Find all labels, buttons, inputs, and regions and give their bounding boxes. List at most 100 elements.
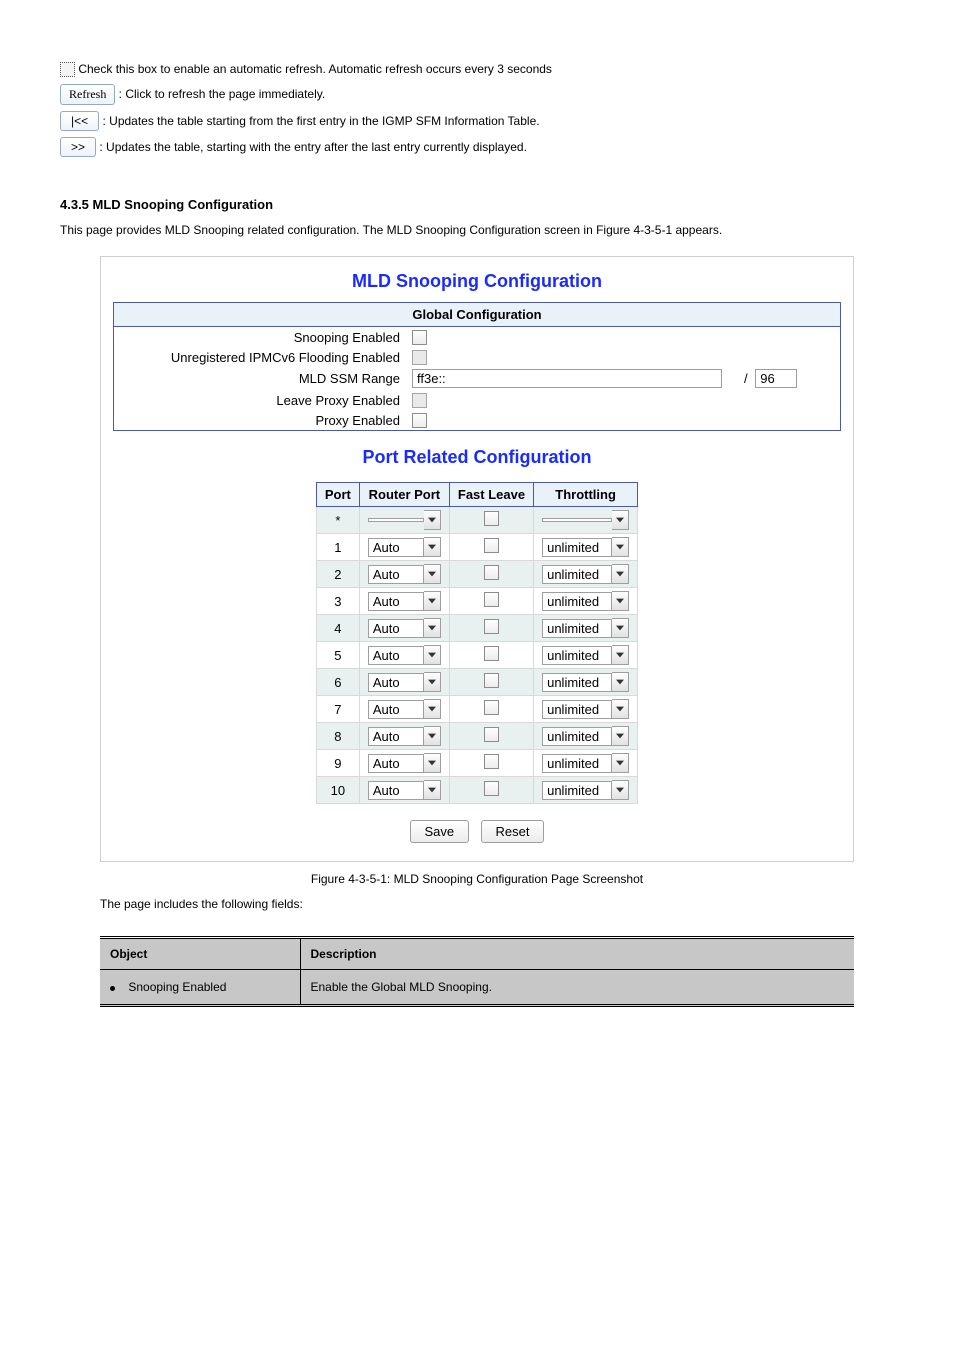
router-port-select[interactable]: Auto	[368, 591, 441, 611]
proxy-enabled-checkbox[interactable]	[412, 413, 427, 428]
after-fig-text: The page includes the following fields:	[100, 896, 894, 912]
ipmcv6-flooding-checkbox[interactable]	[412, 350, 427, 365]
panel-title-1: MLD Snooping Configuration	[113, 271, 841, 292]
chevron-down-icon	[424, 564, 441, 584]
chevron-down-icon	[612, 591, 629, 611]
throttling-select[interactable]: unlimited	[542, 564, 629, 584]
table-row: 8 Auto unlimited	[316, 723, 637, 750]
port-number: 4	[316, 615, 359, 642]
fast-leave-checkbox[interactable]	[484, 673, 499, 688]
port-number: 3	[316, 588, 359, 615]
label-ssm-range: MLD SSM Range	[114, 367, 407, 390]
table-row: 3 Auto unlimited	[316, 588, 637, 615]
ssm-slash: /	[744, 371, 748, 386]
chevron-down-icon	[424, 618, 441, 638]
chevron-down-icon	[424, 510, 441, 530]
throttling-select[interactable]: unlimited	[542, 537, 629, 557]
next-page-button[interactable]: >>	[60, 137, 96, 157]
col-port: Port	[316, 483, 359, 507]
fast-leave-checkbox[interactable]	[484, 511, 499, 526]
chevron-down-icon	[424, 726, 441, 746]
throttling-select[interactable]: unlimited	[542, 618, 629, 638]
label-snooping-enabled: Snooping Enabled	[114, 327, 407, 348]
throttling-select[interactable]: unlimited	[542, 780, 629, 800]
col-throttling: Throttling	[534, 483, 638, 507]
intro-line1: Check this box to enable an automatic re…	[78, 62, 552, 76]
port-number: 6	[316, 669, 359, 696]
throttling-select[interactable]	[542, 510, 629, 530]
fast-leave-checkbox[interactable]	[484, 754, 499, 769]
global-config-table: Global Configuration Snooping Enabled Un…	[113, 302, 841, 431]
panel-title-2: Port Related Configuration	[113, 447, 841, 468]
throttling-select[interactable]: unlimited	[542, 645, 629, 665]
reset-button[interactable]: Reset	[481, 820, 545, 843]
fast-leave-checkbox[interactable]	[484, 565, 499, 580]
leave-proxy-checkbox[interactable]	[412, 393, 427, 408]
router-port-select[interactable]: Auto	[368, 780, 441, 800]
router-port-select[interactable]: Auto	[368, 645, 441, 665]
chevron-down-icon	[612, 645, 629, 665]
throttling-select[interactable]: unlimited	[542, 672, 629, 692]
bullet-icon	[110, 986, 115, 991]
chevron-down-icon	[424, 645, 441, 665]
port-number: 10	[316, 777, 359, 804]
port-number: 9	[316, 750, 359, 777]
chevron-down-icon	[424, 699, 441, 719]
ssm-length-input[interactable]: 96	[755, 369, 797, 388]
chevron-down-icon	[612, 753, 629, 773]
obj-header: Object	[100, 938, 300, 970]
prev-page-button[interactable]: |<<	[60, 111, 99, 131]
table-row: 10 Auto unlimited	[316, 777, 637, 804]
router-port-select[interactable]: Auto	[368, 753, 441, 773]
throttling-select[interactable]: unlimited	[542, 591, 629, 611]
auto-refresh-checkbox[interactable]	[60, 62, 75, 77]
router-port-select[interactable]: Auto	[368, 672, 441, 692]
router-port-select[interactable]: Auto	[368, 726, 441, 746]
config-panel: MLD Snooping Configuration Global Config…	[100, 256, 854, 862]
chevron-down-icon	[612, 726, 629, 746]
chevron-down-icon	[612, 510, 629, 530]
table-row: 5 Auto unlimited	[316, 642, 637, 669]
port-number: 8	[316, 723, 359, 750]
chevron-down-icon	[424, 591, 441, 611]
router-port-select[interactable]: Auto	[368, 564, 441, 584]
chevron-down-icon	[424, 780, 441, 800]
ssm-address-input[interactable]: ff3e::	[412, 369, 722, 388]
router-port-select[interactable]: Auto	[368, 618, 441, 638]
table-row: *	[316, 507, 637, 534]
router-port-select[interactable]	[368, 510, 441, 530]
fast-leave-checkbox[interactable]	[484, 781, 499, 796]
throttling-select[interactable]: unlimited	[542, 699, 629, 719]
fast-leave-checkbox[interactable]	[484, 538, 499, 553]
chevron-down-icon	[424, 537, 441, 557]
fast-leave-checkbox[interactable]	[484, 700, 499, 715]
object-description-table: Object Description Snooping Enabled Enab…	[100, 936, 854, 1007]
port-number: 5	[316, 642, 359, 669]
figure-caption: Figure 4-3-5-1: MLD Snooping Configurati…	[60, 872, 894, 886]
fast-leave-checkbox[interactable]	[484, 592, 499, 607]
throttling-select[interactable]: unlimited	[542, 753, 629, 773]
chevron-down-icon	[612, 537, 629, 557]
chevron-down-icon	[612, 699, 629, 719]
chevron-down-icon	[612, 672, 629, 692]
router-port-select[interactable]: Auto	[368, 537, 441, 557]
next-desc: : Updates the table, starting with the e…	[99, 140, 527, 154]
router-port-select[interactable]: Auto	[368, 699, 441, 719]
port-number: 7	[316, 696, 359, 723]
fast-leave-checkbox[interactable]	[484, 727, 499, 742]
fast-leave-checkbox[interactable]	[484, 646, 499, 661]
snooping-enabled-checkbox[interactable]	[412, 330, 427, 345]
refresh-desc: : Click to refresh the page immediately.	[119, 87, 326, 101]
section-heading: 4.3.5 MLD Snooping Configuration	[60, 197, 894, 212]
col-router-port: Router Port	[359, 483, 449, 507]
prev-desc: : Updates the table starting from the fi…	[102, 114, 539, 128]
port-config-table: Port Router Port Fast Leave Throttling *…	[316, 482, 638, 804]
global-config-header: Global Configuration	[114, 303, 841, 327]
throttling-select[interactable]: unlimited	[542, 726, 629, 746]
save-button[interactable]: Save	[410, 820, 470, 843]
refresh-button[interactable]: Refresh	[60, 84, 115, 105]
fast-leave-checkbox[interactable]	[484, 619, 499, 634]
desc-header: Description	[300, 938, 854, 970]
table-row: 9 Auto unlimited	[316, 750, 637, 777]
port-number: *	[316, 507, 359, 534]
